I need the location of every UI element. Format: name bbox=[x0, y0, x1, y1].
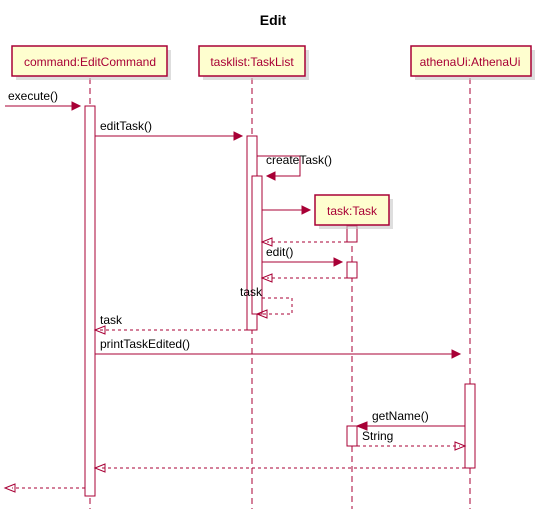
activation-command bbox=[85, 106, 95, 496]
arrow-icon bbox=[334, 258, 342, 266]
msg-printtaskedited-label: printTaskEdited() bbox=[100, 337, 190, 351]
msg-string-label: String bbox=[362, 429, 393, 443]
diagram-title: Edit bbox=[260, 12, 287, 28]
arrow-icon bbox=[452, 350, 460, 358]
participant-task-label: task:Task bbox=[327, 204, 378, 218]
arrow-icon bbox=[234, 132, 242, 140]
msg-getname-label: getName() bbox=[372, 409, 429, 423]
activation-task-getname bbox=[347, 426, 357, 446]
msg-task-return-label: task bbox=[100, 313, 123, 327]
activation-task-edit bbox=[347, 262, 357, 278]
arrow-open-icon bbox=[5, 484, 15, 492]
msg-task-self-label: task bbox=[240, 285, 263, 299]
msg-edittask-label: editTask() bbox=[100, 119, 152, 133]
participant-tasklist-label: tasklist:TaskList bbox=[210, 55, 294, 69]
activation-athenaui bbox=[465, 384, 475, 468]
msg-execute-label: execute() bbox=[8, 89, 58, 103]
participant-athenaui-label: athenaUi:AthenaUi bbox=[420, 55, 521, 69]
sequence-diagram: Edit command:EditCommand tasklist:TaskLi… bbox=[0, 0, 547, 509]
arrow-icon bbox=[302, 206, 310, 214]
arrow-icon bbox=[267, 172, 275, 180]
arrow-icon bbox=[72, 102, 80, 110]
msg-createtask-label: createTask() bbox=[266, 153, 332, 167]
msg-edit-label: edit() bbox=[266, 245, 293, 259]
participant-command-label: command:EditCommand bbox=[24, 55, 156, 69]
